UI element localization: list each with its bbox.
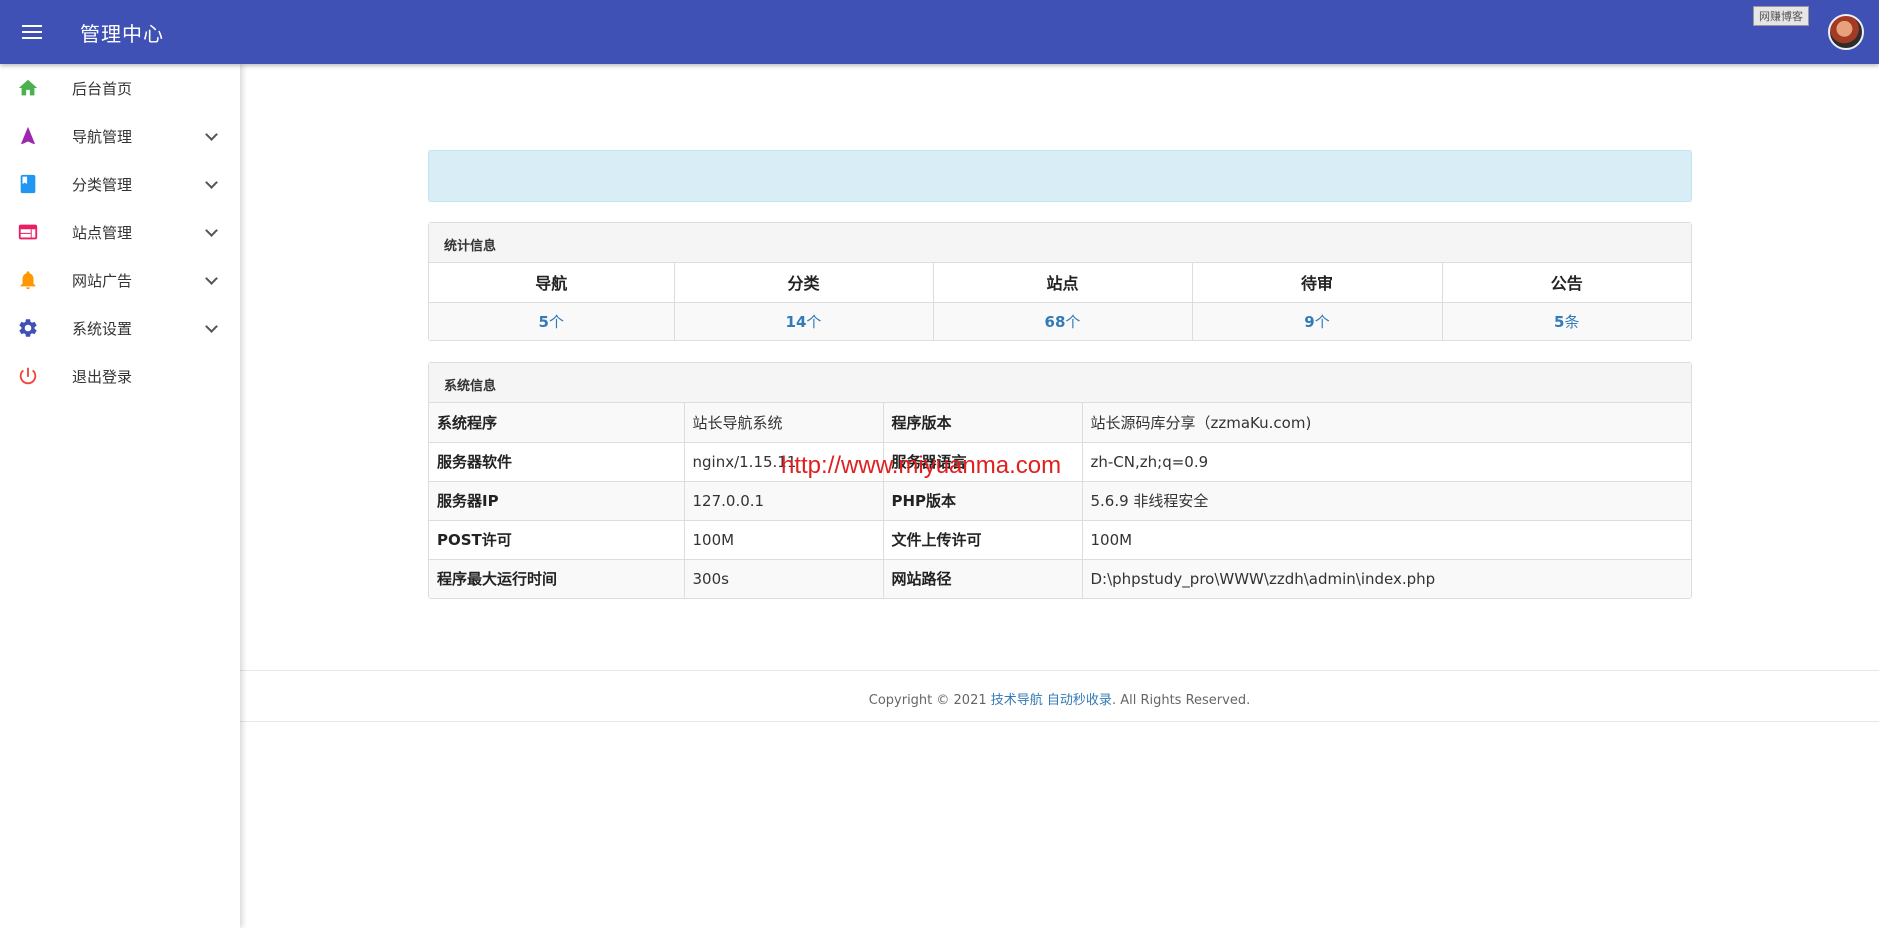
footer-rights: . All Rights Reserved. — [1111, 693, 1251, 708]
stats-header: 导航 — [429, 263, 675, 303]
system-key: PHP版本 — [883, 481, 1083, 521]
system-value: 100M — [1082, 520, 1691, 560]
stats-panel: 统计信息 导航 分类 站点 待审 公告 5个 14个 68个 9个 5条 — [428, 222, 1692, 341]
navigation-icon — [16, 124, 40, 148]
power-icon — [16, 364, 40, 388]
sidebar-item-label: 站点管理 — [72, 223, 133, 242]
app-title: 管理中心 — [80, 22, 164, 46]
stats-header: 站点 — [933, 263, 1193, 303]
bell-icon — [16, 268, 40, 292]
watermark-text: http://www.miyuanma.com — [781, 452, 1062, 479]
stats-table: 导航 分类 站点 待审 公告 5个 14个 68个 9个 5条 — [429, 263, 1691, 340]
sidebar-item-label: 分类管理 — [72, 175, 133, 194]
web-icon — [16, 220, 40, 244]
chevron-down-icon — [204, 176, 220, 192]
stat-value: 5 — [1554, 312, 1565, 331]
stat-unit: 个 — [806, 312, 822, 331]
footer: Copyright © 2021 技术导航 自动秒收录. All Rights … — [240, 670, 1879, 722]
sidebar-item-label: 后台首页 — [72, 79, 133, 98]
system-value: 站长导航系统 — [684, 403, 884, 443]
chevron-down-icon — [204, 224, 220, 240]
system-value: 300s — [684, 559, 884, 598]
home-icon — [16, 76, 40, 100]
stat-unit: 条 — [1564, 312, 1580, 331]
stats-cell: 14个 — [674, 302, 934, 340]
system-key: POST许可 — [429, 520, 685, 560]
menu-icon[interactable] — [18, 20, 46, 44]
table-row: 服务器IP 127.0.0.1 PHP版本 5.6.9 非线程安全 — [429, 481, 1691, 521]
sidebar-item-sites[interactable]: 站点管理 — [0, 208, 240, 256]
system-table: 系统程序 站长导航系统 程序版本 站长源码库分享（zzmaKu.com) 服务器… — [429, 403, 1691, 598]
stats-cell: 68个 — [933, 302, 1193, 340]
footer-copyright: Copyright © 2021 — [868, 693, 991, 708]
gear-icon — [16, 316, 40, 340]
system-value: zh-CN,zh;q=0.9 — [1082, 442, 1691, 482]
sidebar-item-home[interactable]: 后台首页 — [0, 64, 240, 112]
stat-unit: 个 — [1314, 312, 1330, 331]
sidebar-item-navigation[interactable]: 导航管理 — [0, 112, 240, 160]
sidebar-item-label: 导航管理 — [72, 127, 133, 146]
stats-panel-title: 统计信息 — [429, 223, 1691, 263]
sidebar-item-label: 退出登录 — [72, 367, 133, 386]
sidebar-item-ads[interactable]: 网站广告 — [0, 256, 240, 304]
stat-value: 68 — [1044, 312, 1066, 331]
system-value: D:\phpstudy_pro\WWW\zzdh\admin\index.php — [1082, 559, 1691, 598]
system-key: 文件上传许可 — [883, 520, 1083, 560]
system-value: 100M — [684, 520, 884, 560]
sidebar-item-label: 系统设置 — [72, 319, 133, 338]
chevron-down-icon — [204, 320, 220, 336]
stats-header: 公告 — [1442, 263, 1691, 303]
avatar[interactable] — [1828, 14, 1864, 50]
table-row: POST许可 100M 文件上传许可 100M — [429, 520, 1691, 560]
main-content: 统计信息 导航 分类 站点 待审 公告 5个 14个 68个 9个 5条 系统信… — [240, 64, 1879, 928]
system-key: 系统程序 — [429, 403, 685, 443]
system-key: 服务器IP — [429, 481, 685, 521]
footer-link-auto-index[interactable]: 自动秒收录 — [1047, 693, 1112, 708]
system-panel-title: 系统信息 — [429, 363, 1691, 403]
sidebar-item-label: 网站广告 — [72, 271, 133, 290]
sidebar: 后台首页 导航管理 分类管理 站点管理 网站广告 系统设置 退出登录 — [0, 64, 240, 928]
user-name-tag[interactable]: 网赚博客 — [1753, 6, 1809, 26]
stats-header: 待审 — [1192, 263, 1443, 303]
stat-value: 5 — [538, 312, 549, 331]
table-row: 程序最大运行时间 300s 网站路径 D:\phpstudy_pro\WWW\z… — [429, 559, 1691, 598]
system-key: 程序最大运行时间 — [429, 559, 685, 598]
system-value: 5.6.9 非线程安全 — [1082, 481, 1691, 521]
system-key: 网站路径 — [883, 559, 1083, 598]
sidebar-item-category[interactable]: 分类管理 — [0, 160, 240, 208]
chevron-down-icon — [204, 272, 220, 288]
system-key: 程序版本 — [883, 403, 1083, 443]
sidebar-item-settings[interactable]: 系统设置 — [0, 304, 240, 352]
table-row: 系统程序 站长导航系统 程序版本 站长源码库分享（zzmaKu.com) — [429, 403, 1691, 443]
system-key: 服务器软件 — [429, 442, 685, 482]
sidebar-item-logout[interactable]: 退出登录 — [0, 352, 240, 400]
stat-unit: 个 — [548, 312, 564, 331]
stats-cell: 5个 — [429, 302, 675, 340]
system-panel: 系统信息 系统程序 站长导航系统 程序版本 站长源码库分享（zzmaKu.com… — [428, 362, 1692, 599]
stat-value: 14 — [785, 312, 807, 331]
stats-cell: 9个 — [1192, 302, 1443, 340]
stat-value: 9 — [1304, 312, 1315, 331]
chevron-down-icon — [204, 128, 220, 144]
stats-header: 分类 — [674, 263, 934, 303]
stats-cell: 5条 — [1442, 302, 1691, 340]
system-value: 127.0.0.1 — [684, 481, 884, 521]
stat-unit: 个 — [1065, 312, 1081, 331]
top-app-bar: 管理中心 网赚博客 — [0, 0, 1879, 64]
system-value: 站长源码库分享（zzmaKu.com) — [1082, 403, 1691, 443]
book-icon — [16, 172, 40, 196]
footer-link-tech-nav[interactable]: 技术导航 — [991, 693, 1043, 708]
info-alert — [428, 150, 1692, 202]
